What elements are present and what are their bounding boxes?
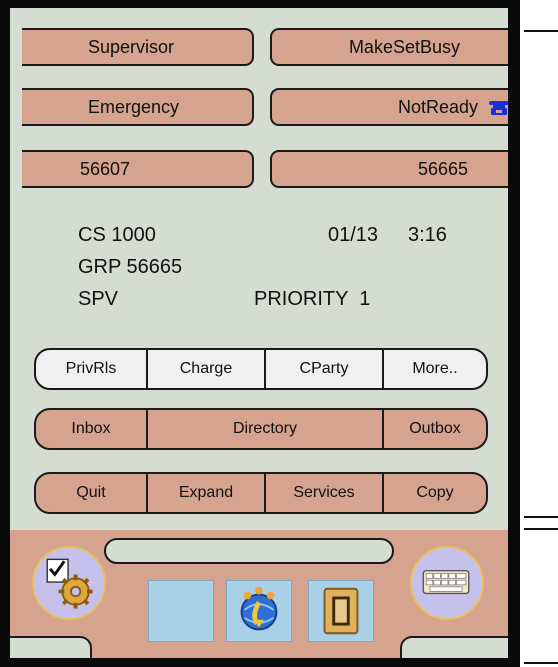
inbox-button[interactable]: Inbox	[36, 410, 148, 448]
copy-button[interactable]: Copy	[384, 474, 486, 512]
softkey-more[interactable]: More..	[384, 350, 486, 388]
emergency-label: Emergency	[88, 96, 180, 117]
line-key-indicator	[524, 528, 558, 530]
blank-tile[interactable]	[148, 580, 214, 642]
group-display: GRP 56665	[78, 256, 183, 278]
softkey-charge[interactable]: Charge	[148, 350, 266, 388]
keyboard-icon-button[interactable]	[410, 546, 484, 620]
role-display: SPV	[78, 288, 119, 310]
date-display: 01/13	[328, 224, 379, 246]
supervisor-label: Supervisor	[88, 36, 175, 57]
quit-button[interactable]: Quit	[36, 474, 148, 512]
phone-screen: Supervisor MakeSetBusy Emergency NotRead…	[10, 8, 508, 658]
navigation-row: Inbox Directory Outbox	[34, 408, 488, 450]
supervisor-key[interactable]: Supervisor	[22, 28, 254, 66]
outbox-button[interactable]: Outbox	[384, 410, 486, 448]
gear-icon	[46, 558, 93, 609]
line-key-indicator	[524, 516, 558, 518]
softkey-cparty[interactable]: CParty	[266, 350, 384, 388]
dn-key-label: 56607	[80, 158, 131, 179]
services-button[interactable]: Services	[266, 474, 384, 512]
checklist-gear-icon[interactable]	[32, 546, 106, 620]
make-set-busy-key[interactable]: MakeSetBusy	[270, 28, 508, 66]
phone-handset-icon	[323, 587, 359, 635]
softkey-privrls[interactable]: PrivRls	[36, 350, 148, 388]
priority-display: PRIORITY 1	[254, 288, 371, 310]
dock-left-tab[interactable]	[10, 636, 92, 658]
softkey-row: PrivRls Charge CParty More..	[34, 348, 488, 390]
system-name: CS 1000	[78, 224, 156, 246]
line-key-indicator	[524, 30, 558, 32]
emergency-key[interactable]: Emergency	[22, 88, 254, 126]
keyboard-icon	[422, 569, 470, 595]
dn-key-56607[interactable]: 56607	[22, 150, 254, 188]
dn-key-label: 56665	[417, 158, 468, 179]
action-row: Quit Expand Services Copy	[34, 472, 488, 514]
not-ready-label: NotReady	[397, 96, 478, 117]
dock-text-field[interactable]	[104, 538, 394, 564]
phone-handset-tile[interactable]	[308, 580, 374, 642]
network-user-icon	[240, 586, 278, 631]
make-set-busy-label: MakeSetBusy	[348, 36, 460, 57]
phone-icon	[489, 101, 508, 115]
dock-right-tab[interactable]	[400, 636, 508, 658]
directory-button[interactable]: Directory	[148, 410, 384, 448]
expand-button[interactable]: Expand	[148, 474, 266, 512]
not-ready-key[interactable]: NotReady	[270, 88, 508, 126]
bottom-dock	[10, 530, 508, 658]
dn-key-56665[interactable]: 56665	[270, 150, 508, 188]
network-user-tile[interactable]	[226, 580, 292, 642]
time-display: 3:16	[408, 224, 447, 246]
line-key-indicator	[524, 662, 558, 664]
